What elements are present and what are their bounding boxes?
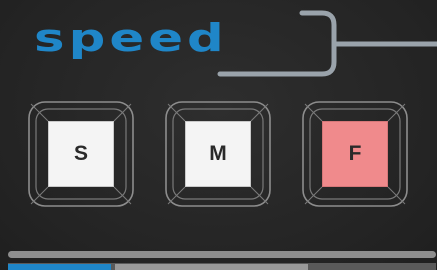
speed-option-fast[interactable]: F [301, 100, 409, 208]
panel-title: speed [34, 16, 228, 60]
speed-button-s[interactable]: S [48, 121, 114, 187]
speed-option-slow[interactable]: S [27, 100, 135, 208]
speed-option-medium[interactable]: M [164, 100, 272, 208]
speed-button-f[interactable]: F [322, 121, 388, 187]
speed-button-m[interactable]: M [185, 121, 251, 187]
speed-panel: speed S M F [0, 0, 437, 270]
progress-bar-fill [8, 264, 111, 270]
progress-bar-highlight [115, 264, 308, 270]
slider-track[interactable] [8, 251, 436, 258]
